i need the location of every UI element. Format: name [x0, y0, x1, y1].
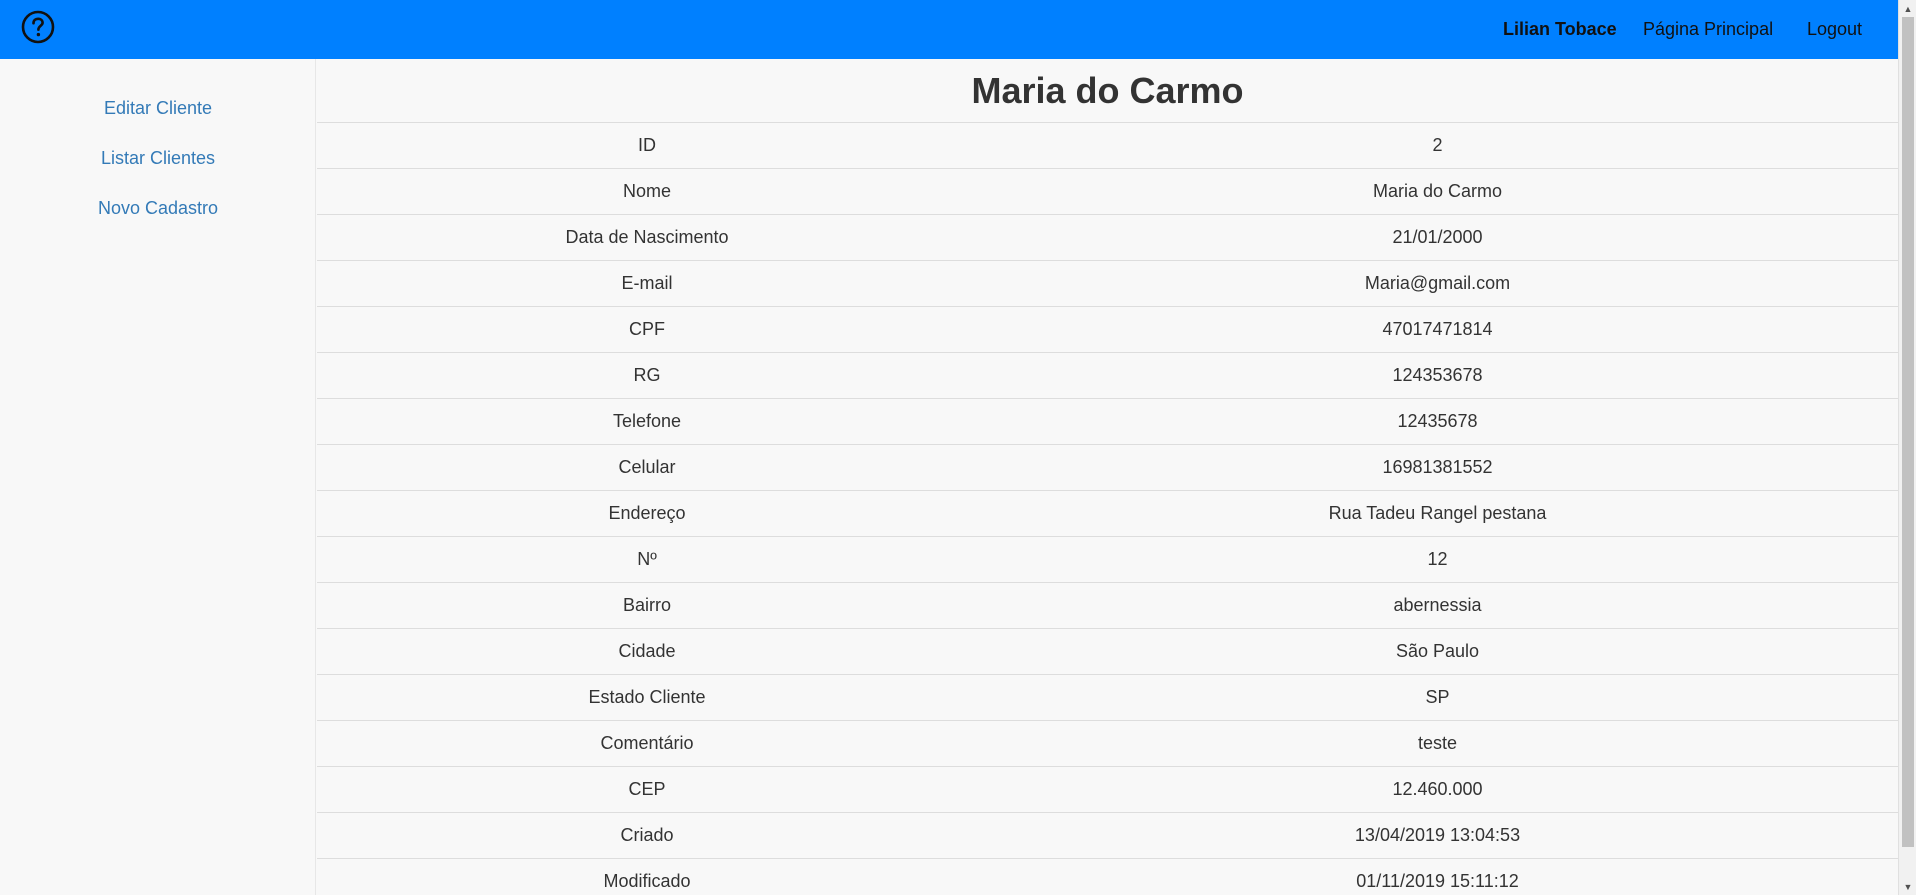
table-row: E-mail Maria@gmail.com — [317, 260, 1898, 307]
sidebar: Editar Cliente Listar Clientes Novo Cada… — [0, 59, 316, 895]
field-label: Telefone — [317, 398, 977, 445]
table-row: Comentário teste — [317, 720, 1898, 767]
main-content: Maria do Carmo ID 2 Nome Maria do Carmo Data… — [317, 59, 1898, 895]
sidebar-item-listar-clientes[interactable]: Listar Clientes — [0, 148, 316, 169]
table-row: CPF 47017471814 — [317, 306, 1898, 353]
field-label: ID — [317, 122, 977, 169]
field-value: 47017471814 — [977, 306, 1898, 353]
field-label: Cidade — [317, 628, 977, 675]
field-value: abernessia — [977, 582, 1898, 629]
scroll-up-arrow-icon[interactable]: ▲ — [1899, 0, 1916, 17]
field-value: Maria do Carmo — [977, 168, 1898, 215]
help-circle-icon[interactable] — [21, 10, 55, 44]
field-label: Estado Cliente — [317, 674, 977, 721]
table-row: Nome Maria do Carmo — [317, 168, 1898, 215]
client-details-table: ID 2 Nome Maria do Carmo Data de Nascimento 2… — [317, 122, 1898, 895]
field-value: São Paulo — [977, 628, 1898, 675]
table-row: Modificado 01/11/2019 15:11:12 — [317, 858, 1898, 895]
page-title: Maria do Carmo — [971, 69, 1244, 111]
field-value: 12 — [977, 536, 1898, 583]
sidebar-item-editar-cliente[interactable]: Editar Cliente — [0, 98, 316, 119]
field-value: Rua Tadeu Rangel pestana — [977, 490, 1898, 537]
top-navbar: Lilian Tobace Página Principal Logout — [0, 0, 1898, 59]
nav-logout-link[interactable]: Logout — [1807, 0, 1862, 59]
field-label: Celular — [317, 444, 977, 491]
table-row: Estado Cliente SP — [317, 674, 1898, 721]
field-label: RG — [317, 352, 977, 399]
table-row: Data de Nascimento 21/01/2000 — [317, 214, 1898, 261]
table-row: RG 124353678 — [317, 352, 1898, 399]
user-name: Lilian Tobace — [1503, 19, 1617, 39]
field-value: 01/11/2019 15:11:12 — [977, 858, 1898, 895]
field-label: Comentário — [317, 720, 977, 767]
vertical-scrollbar[interactable]: ▲ ▼ — [1898, 0, 1916, 895]
field-value: 13/04/2019 13:04:53 — [977, 812, 1898, 859]
field-value: 12435678 — [977, 398, 1898, 445]
table-row: Criado 13/04/2019 13:04:53 — [317, 812, 1898, 859]
scroll-down-arrow-icon[interactable]: ▼ — [1899, 878, 1916, 895]
field-value: 21/01/2000 — [977, 214, 1898, 261]
field-label: Criado — [317, 812, 977, 859]
table-row: Cidade São Paulo — [317, 628, 1898, 675]
field-value: Maria@gmail.com — [977, 260, 1898, 307]
table-row: CEP 12.460.000 — [317, 766, 1898, 813]
field-label: CPF — [317, 306, 977, 353]
field-label: Data de Nascimento — [317, 214, 977, 261]
table-row: Bairro abernessia — [317, 582, 1898, 629]
field-value: 12.460.000 — [977, 766, 1898, 813]
sidebar-item-novo-cadastro[interactable]: Novo Cadastro — [0, 198, 316, 219]
field-value: 124353678 — [977, 352, 1898, 399]
table-row: ID 2 — [317, 122, 1898, 169]
field-label: Bairro — [317, 582, 977, 629]
table-row: Celular 16981381552 — [317, 444, 1898, 491]
field-value: 16981381552 — [977, 444, 1898, 491]
field-label: Nº — [317, 536, 977, 583]
field-label: Endereço — [317, 490, 977, 537]
field-label: Nome — [317, 168, 977, 215]
field-label: Modificado — [317, 858, 977, 895]
table-row: Endereço Rua Tadeu Rangel pestana — [317, 490, 1898, 537]
field-label: E-mail — [317, 260, 977, 307]
table-row: Telefone 12435678 — [317, 398, 1898, 445]
scrollbar-thumb[interactable] — [1902, 17, 1914, 847]
field-value: teste — [977, 720, 1898, 767]
table-row: Nº 12 — [317, 536, 1898, 583]
field-value: SP — [977, 674, 1898, 721]
field-value: 2 — [977, 122, 1898, 169]
field-label: CEP — [317, 766, 977, 813]
nav-home-link[interactable]: Página Principal — [1643, 0, 1773, 59]
